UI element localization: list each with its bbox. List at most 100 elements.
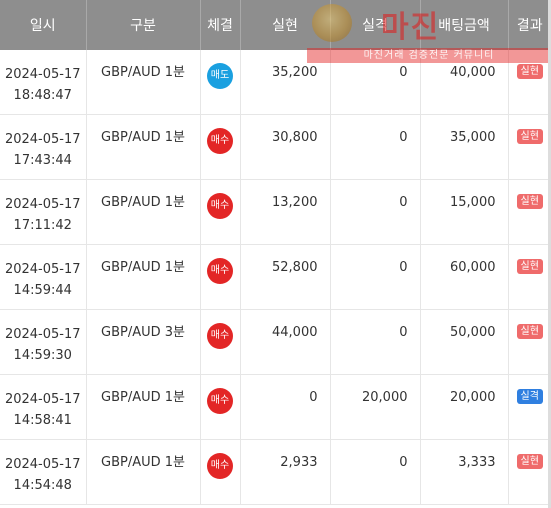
cell-datetime: 2024-05-17 14:58:41 xyxy=(0,374,87,440)
trade-date: 2024-05-17 xyxy=(4,327,81,342)
column-header-profit[interactable]: 실현 xyxy=(240,0,331,50)
cell-loss: 0 xyxy=(330,439,421,505)
bet-amount: 3,333 xyxy=(458,455,496,470)
cell-loss: 0 xyxy=(330,244,421,310)
bet-amount: 15,000 xyxy=(450,195,496,210)
profit-amount: 35,200 xyxy=(272,65,318,80)
cell-loss: 0 xyxy=(330,179,421,245)
bet-amount: 20,000 xyxy=(450,390,496,405)
result-badge: 실현 xyxy=(516,454,543,469)
trade-date: 2024-05-17 xyxy=(4,392,81,407)
loss-amount: 0 xyxy=(399,325,408,340)
buy-badge: 매수 xyxy=(207,193,233,219)
table-row: 2024-05-17 18:48:47 GBP/AUD 1분 매도 35,200 0 40,… xyxy=(0,50,551,115)
trade-time: 14:59:44 xyxy=(13,283,72,298)
table-row: 2024-05-17 17:43:44 GBP/AUD 1분 매수 30,800 0 35,… xyxy=(0,114,551,180)
cell-datetime: 2024-05-17 17:11:42 xyxy=(0,179,87,245)
cell-bet-amount: 20,000 xyxy=(420,374,509,440)
trade-date: 2024-05-17 xyxy=(4,457,81,472)
cell-category: GBP/AUD 1분 xyxy=(86,114,201,180)
result-badge: 실현 xyxy=(516,129,543,144)
trade-time: 14:59:30 xyxy=(13,348,72,363)
profit-amount: 13,200 xyxy=(272,195,318,210)
cell-bet-amount: 3,333 xyxy=(420,439,509,505)
trade-history-table: 일시 구분 체결 실현 실격 배팅금액 결과 2024-05-17 18:48:4… xyxy=(0,0,551,505)
buy-badge: 매수 xyxy=(207,388,233,414)
cell-execution: 매수 xyxy=(200,114,241,180)
table-row: 2024-05-17 14:58:41 GBP/AUD 1분 매수 0 20,000 20,… xyxy=(0,374,551,440)
cell-category: GBP/AUD 1분 xyxy=(86,439,201,505)
cell-datetime: 2024-05-17 17:43:44 xyxy=(0,114,87,180)
trade-time: 17:43:44 xyxy=(13,153,72,168)
trade-category: GBP/AUD 3분 xyxy=(101,325,185,340)
column-header-category[interactable]: 구분 xyxy=(86,0,201,50)
cell-loss: 20,000 xyxy=(330,374,421,440)
cell-result: 실현 xyxy=(508,114,551,180)
profit-amount: 44,000 xyxy=(272,325,318,340)
cell-loss: 0 xyxy=(330,114,421,180)
trade-date: 2024-05-17 xyxy=(4,262,81,277)
cell-profit: 35,200 xyxy=(240,50,331,115)
cell-bet-amount: 40,000 xyxy=(420,50,509,115)
result-badge: 실현 xyxy=(516,64,543,79)
cell-category: GBP/AUD 1분 xyxy=(86,179,201,245)
loss-amount: 20,000 xyxy=(362,390,408,405)
cell-datetime: 2024-05-17 18:48:47 xyxy=(0,50,87,115)
cell-bet-amount: 35,000 xyxy=(420,114,509,180)
loss-amount: 0 xyxy=(399,130,408,145)
trade-category: GBP/AUD 1분 xyxy=(101,130,185,145)
loss-amount: 0 xyxy=(399,65,408,80)
cell-category: GBP/AUD 3분 xyxy=(86,309,201,375)
table-row: 2024-05-17 14:59:44 GBP/AUD 1분 매수 52,800 0 60,… xyxy=(0,244,551,310)
result-badge: 실현 xyxy=(516,194,543,209)
cell-profit: 30,800 xyxy=(240,114,331,180)
table-header-row: 일시 구분 체결 실현 실격 배팅금액 결과 xyxy=(0,0,551,50)
cell-execution: 매수 xyxy=(200,309,241,375)
trade-time: 14:54:48 xyxy=(13,478,72,493)
loss-amount: 0 xyxy=(399,195,408,210)
cell-category: GBP/AUD 1분 xyxy=(86,50,201,115)
buy-badge: 매수 xyxy=(207,128,233,154)
cell-execution: 매도 xyxy=(200,50,241,115)
cell-result: 실현 xyxy=(508,244,551,310)
trade-category: GBP/AUD 1분 xyxy=(101,260,185,275)
column-header-datetime[interactable]: 일시 xyxy=(0,0,87,50)
cell-execution: 매수 xyxy=(200,439,241,505)
cell-category: GBP/AUD 1분 xyxy=(86,244,201,310)
column-header-result[interactable]: 결과 xyxy=(508,0,551,50)
column-header-loss[interactable]: 실격 xyxy=(330,0,421,50)
cell-execution: 매수 xyxy=(200,179,241,245)
cell-result: 실현 xyxy=(508,50,551,115)
trade-date: 2024-05-17 xyxy=(4,197,81,212)
trade-date: 2024-05-17 xyxy=(4,132,81,147)
cell-result: 실현 xyxy=(508,439,551,505)
bet-amount: 60,000 xyxy=(450,260,496,275)
cell-execution: 매수 xyxy=(200,374,241,440)
trade-date: 2024-05-17 xyxy=(4,67,81,82)
table-row: 2024-05-17 14:54:48 GBP/AUD 1분 매수 2,933 0 3,33… xyxy=(0,439,551,505)
profit-amount: 0 xyxy=(309,390,318,405)
cell-bet-amount: 60,000 xyxy=(420,244,509,310)
bet-amount: 50,000 xyxy=(450,325,496,340)
profit-amount: 52,800 xyxy=(272,260,318,275)
cell-result: 실격 xyxy=(508,374,551,440)
trade-category: GBP/AUD 1분 xyxy=(101,390,185,405)
trade-time: 17:11:42 xyxy=(13,218,72,233)
trade-category: GBP/AUD 1분 xyxy=(101,65,185,80)
cell-result: 실현 xyxy=(508,309,551,375)
column-header-execution[interactable]: 체결 xyxy=(200,0,241,50)
profit-amount: 2,933 xyxy=(280,455,318,470)
table-row: 2024-05-17 14:59:30 GBP/AUD 3분 매수 44,000 0 50,… xyxy=(0,309,551,375)
column-header-bet-amount[interactable]: 배팅금액 xyxy=(420,0,509,50)
result-badge: 실현 xyxy=(516,259,543,274)
result-badge: 실현 xyxy=(516,324,543,339)
trade-time: 18:48:47 xyxy=(13,88,72,103)
cell-loss: 0 xyxy=(330,309,421,375)
buy-badge: 매수 xyxy=(207,258,233,284)
cell-bet-amount: 50,000 xyxy=(420,309,509,375)
cell-loss: 0 xyxy=(330,50,421,115)
bet-amount: 40,000 xyxy=(450,65,496,80)
table-row: 2024-05-17 17:11:42 GBP/AUD 1분 매수 13,200 0 15,… xyxy=(0,179,551,245)
cell-profit: 52,800 xyxy=(240,244,331,310)
bet-amount: 35,000 xyxy=(450,130,496,145)
